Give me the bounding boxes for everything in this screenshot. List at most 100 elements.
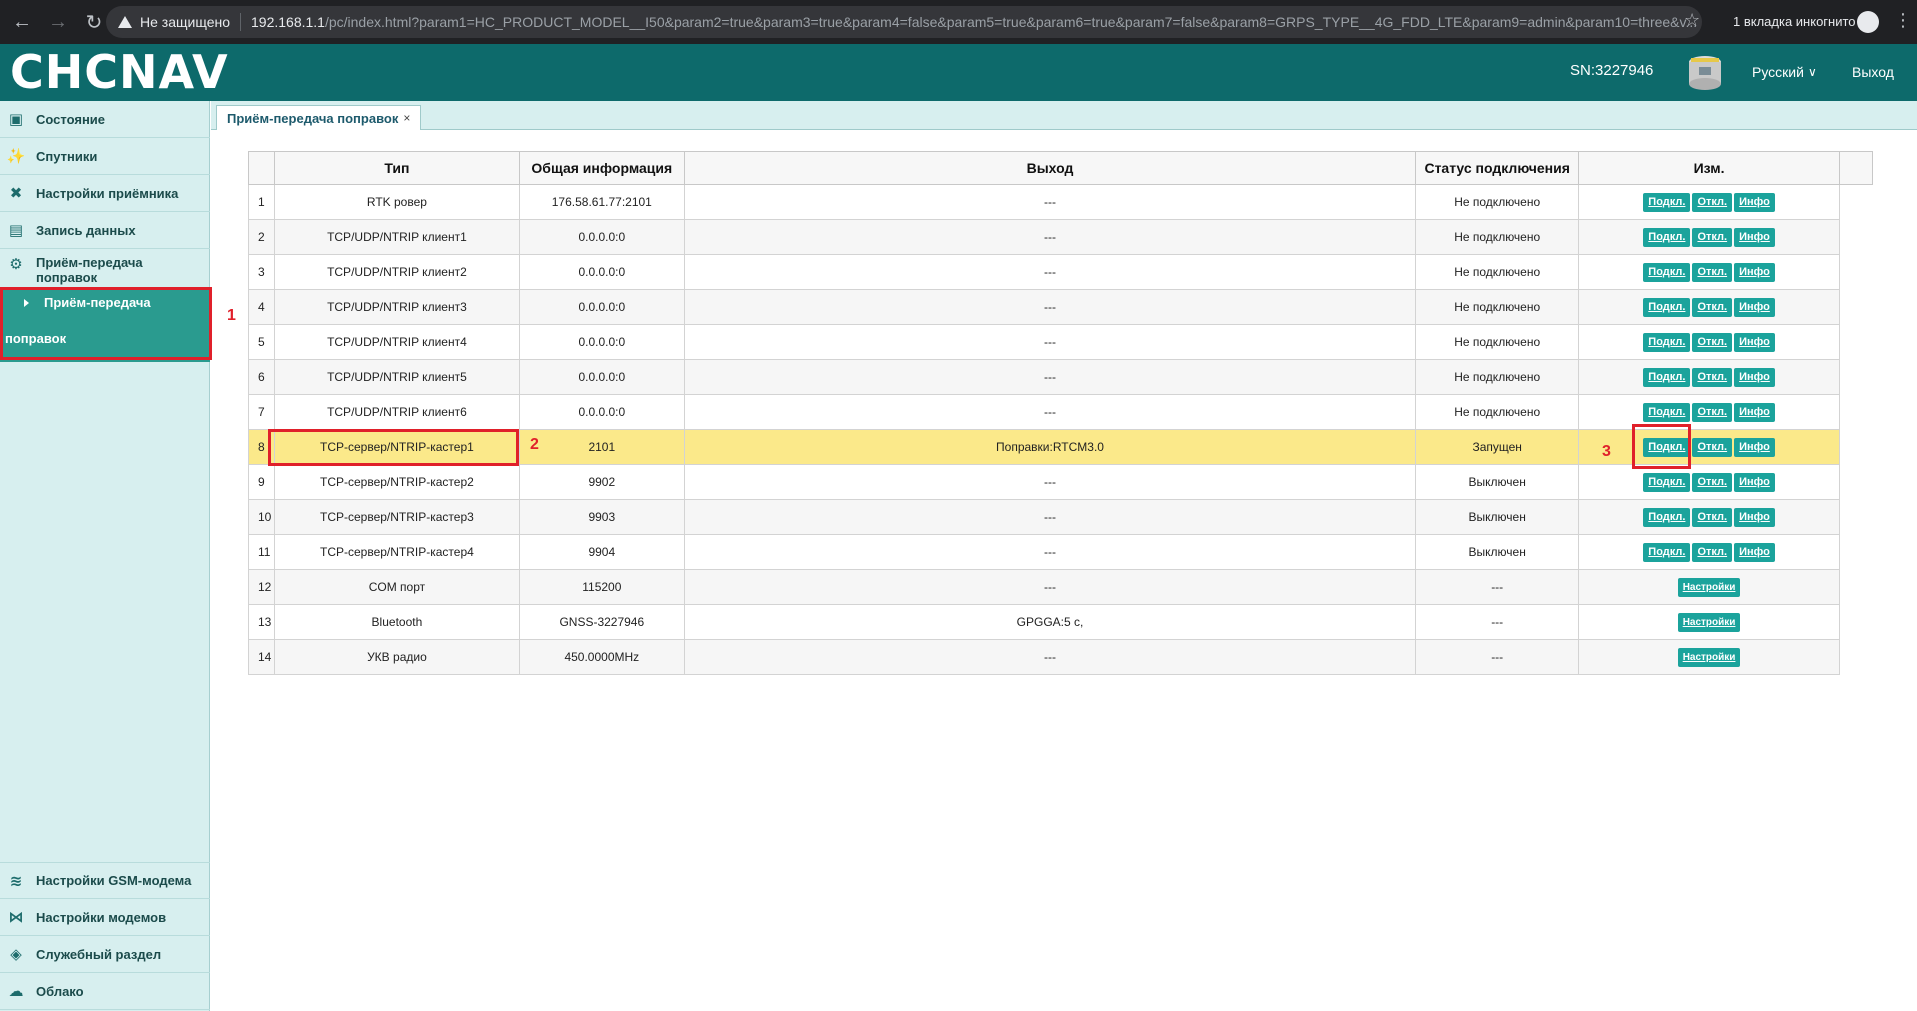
sidebar-item-cloud[interactable]: ☁ Облако: [0, 973, 210, 1010]
cell-status: ---: [1415, 604, 1580, 640]
cell-info: 9904: [518, 534, 685, 570]
cell-num: 12: [248, 569, 275, 605]
wifi-icon: ≋: [9, 872, 23, 890]
chcnav-logo: CHCNAV: [10, 49, 229, 95]
connect-button[interactable]: Подкл.: [1643, 472, 1691, 492]
cell-info: 450.0000MHz: [518, 639, 685, 675]
back-arrow-icon[interactable]: ←: [8, 8, 36, 36]
table-row: 11 TCP-сервер/NTRIP-кастер4 9904 --- Выключе…: [248, 534, 1873, 570]
cell-info: 0.0.0.0:0: [518, 254, 685, 290]
cell-spacer: [1839, 394, 1873, 430]
sidebar-item-satellites[interactable]: ✨ Спутники: [0, 138, 210, 175]
info-button[interactable]: Инфо: [1734, 402, 1775, 422]
cell-num: 7: [248, 394, 275, 430]
cell-num: 14: [248, 639, 275, 675]
sidebar-item-receiver-settings[interactable]: ✖ Настройки приёмника: [0, 175, 210, 212]
connect-button[interactable]: Подкл.: [1643, 507, 1691, 527]
language-selector[interactable]: Русский ∨: [1752, 64, 1817, 80]
callout-label-3: 3: [1602, 443, 1611, 460]
info-button[interactable]: Инфо: [1734, 262, 1775, 282]
cell-output: GPGGA:5 с,: [683, 604, 1417, 640]
url-path: /pc/index.html?param1=HC_PRODUCT_MODEL__…: [324, 14, 1698, 30]
table-row: 9 TCP-сервер/NTRIP-кастер2 9902 --- Выключен…: [248, 464, 1873, 500]
disconnect-button[interactable]: Откл.: [1692, 437, 1733, 457]
disconnect-button[interactable]: Откл.: [1692, 402, 1733, 422]
url-host: 192.168.1.1: [251, 14, 325, 30]
browser-menu-icon[interactable]: ⋮: [1894, 10, 1912, 31]
connect-button[interactable]: Подкл.: [1643, 297, 1691, 317]
disconnect-button[interactable]: Откл.: [1692, 507, 1733, 527]
info-button[interactable]: Инфо: [1734, 437, 1775, 457]
disconnect-button[interactable]: Откл.: [1692, 367, 1733, 387]
disconnect-button[interactable]: Откл.: [1692, 332, 1733, 352]
table-row: 13 Bluetooth GNSS-3227946 GPGGA:5 с, --- Наст…: [248, 604, 1873, 640]
connect-button[interactable]: Подкл.: [1643, 367, 1691, 387]
callout-label-1: 1: [227, 307, 236, 324]
disconnect-button[interactable]: Откл.: [1692, 227, 1733, 247]
incognito-icon[interactable]: [1857, 11, 1879, 33]
header-spacer: [1838, 151, 1874, 185]
info-button[interactable]: Инфо: [1734, 507, 1775, 527]
cell-output: ---: [683, 394, 1417, 430]
forward-arrow-icon[interactable]: →: [44, 8, 72, 36]
main-content: Тип Общая информация Выход Статус подклю…: [248, 151, 1874, 675]
info-button[interactable]: Инфо: [1734, 227, 1775, 247]
cell-num: 9: [248, 464, 275, 500]
connect-button[interactable]: Подкл.: [1643, 192, 1691, 212]
sidebar-item-status[interactable]: ▣ Состояние: [0, 101, 210, 138]
cell-output: ---: [683, 254, 1417, 290]
tab-corrections[interactable]: Приём-передача поправок ×: [216, 105, 422, 130]
address-bar[interactable]: Не защищено 192.168.1.1 /pc/index.html?p…: [106, 6, 1702, 38]
logout-link[interactable]: Выход: [1852, 64, 1894, 80]
cell-status: Выключен: [1415, 534, 1580, 570]
connect-button[interactable]: Подкл.: [1643, 542, 1691, 562]
info-button[interactable]: Инфо: [1734, 297, 1775, 317]
disconnect-button[interactable]: Откл.: [1692, 262, 1733, 282]
cell-output: ---: [683, 359, 1417, 395]
close-icon[interactable]: ×: [403, 111, 410, 125]
info-button[interactable]: Инфо: [1734, 332, 1775, 352]
sidebar-item-gsm[interactable]: ≋ Настройки GSM-модема: [0, 862, 210, 899]
disconnect-button[interactable]: Откл.: [1692, 297, 1733, 317]
cell-status: Не подключено: [1415, 394, 1580, 430]
sidebar-item-data-logging[interactable]: ▤ Запись данных: [0, 212, 210, 249]
connect-button[interactable]: Подкл.: [1643, 227, 1691, 247]
reload-icon[interactable]: ↻: [80, 8, 108, 36]
header-num: [248, 151, 275, 185]
table-row: 2 TCP/UDP/NTRIP клиент1 0.0.0.0:0 --- Не под…: [248, 219, 1873, 255]
info-button[interactable]: Инфо: [1734, 542, 1775, 562]
header-status: Статус подключения: [1415, 151, 1580, 185]
disconnect-button[interactable]: Откл.: [1692, 542, 1733, 562]
cell-status: Не подключено: [1415, 359, 1580, 395]
disconnect-button[interactable]: Откл.: [1692, 192, 1733, 212]
sidebar-item-corrections[interactable]: ⚙ Приём-передача поправок: [0, 249, 210, 287]
cell-actions: Подкл. Откл. Инфо: [1578, 219, 1840, 255]
incognito-label: 1 вкладка инкогнито: [1733, 14, 1856, 29]
cell-info: 9902: [518, 464, 685, 500]
info-button[interactable]: Инфо: [1734, 367, 1775, 387]
info-button[interactable]: Инфо: [1734, 192, 1775, 212]
cell-type: Bluetooth: [273, 604, 520, 640]
bookmark-star-icon[interactable]: ☆: [1684, 10, 1700, 31]
connect-button[interactable]: Подкл.: [1643, 402, 1691, 422]
sidebar-item-service[interactable]: ◈ Служебный раздел: [0, 936, 210, 973]
connect-button[interactable]: Подкл.: [1643, 332, 1691, 352]
cell-actions: Подкл. Откл. Инфо: [1578, 324, 1840, 360]
connect-button[interactable]: Подкл.: [1643, 262, 1691, 282]
sidebar-item-modems[interactable]: ⋈ Настройки модемов: [0, 899, 210, 936]
sidebar-item-label: Состояние: [36, 111, 106, 127]
settings-button[interactable]: Настройки: [1677, 577, 1741, 597]
cell-info: 0.0.0.0:0: [518, 219, 685, 255]
info-button[interactable]: Инфо: [1734, 472, 1775, 492]
settings-button[interactable]: Настройки: [1677, 612, 1741, 632]
cell-num: 6: [248, 359, 275, 395]
cell-spacer: [1839, 429, 1873, 465]
table-row: 1 RTK ровер 176.58.61.77:2101 --- Не подключ…: [248, 184, 1873, 220]
cell-info: 176.58.61.77:2101: [518, 184, 685, 220]
settings-button[interactable]: Настройки: [1677, 647, 1741, 667]
cell-output: ---: [683, 534, 1417, 570]
disconnect-button[interactable]: Откл.: [1692, 472, 1733, 492]
cell-info: GNSS-3227946: [518, 604, 685, 640]
sidebar-item-label: Настройки приёмника: [36, 185, 179, 201]
cell-num: 10: [248, 499, 275, 535]
